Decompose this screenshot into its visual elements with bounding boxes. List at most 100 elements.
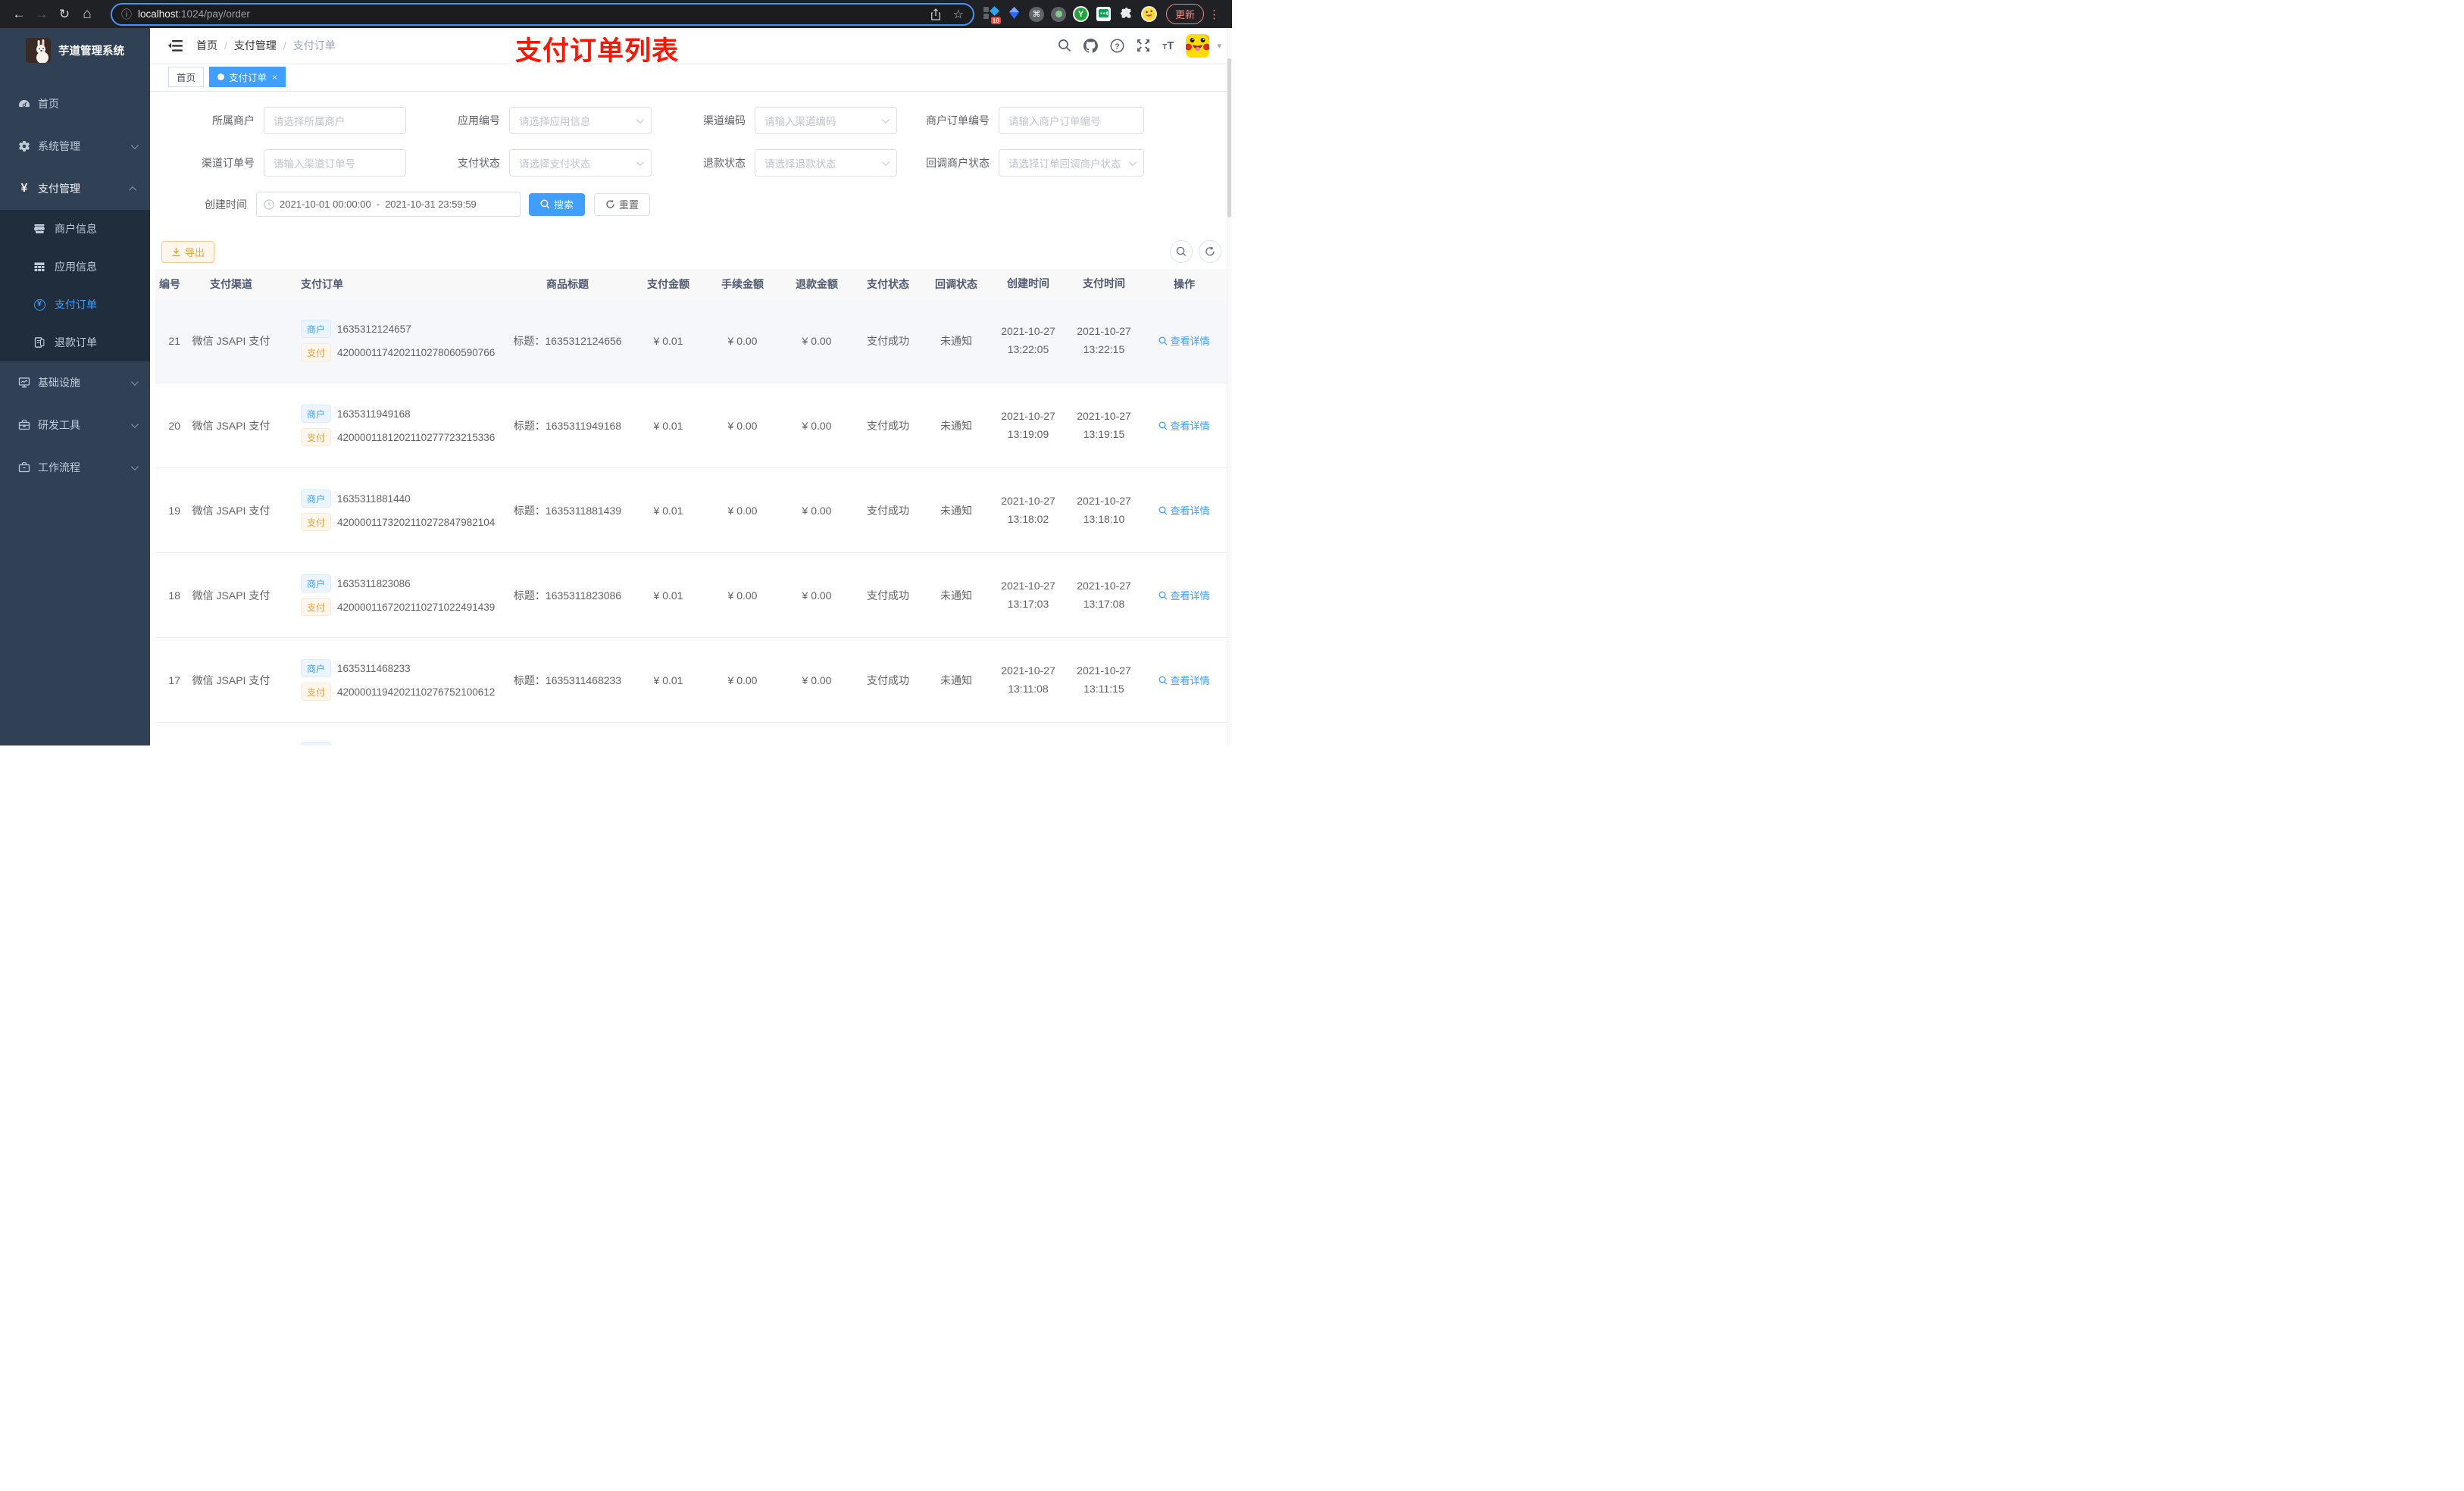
商户订单编号-input[interactable]: 请输入商户订单编号 bbox=[999, 107, 1144, 134]
top-navbar: 首页 / 支付管理 / 支付订单 支付订单列表 ? TT ▾ bbox=[150, 28, 1232, 66]
pay-order-line: 支付 4200001181202110277723215336 bbox=[301, 428, 504, 446]
font-size-icon[interactable]: TT bbox=[1162, 39, 1174, 52]
browser-menu-dots-icon[interactable]: ⋮ bbox=[1209, 8, 1220, 21]
chevron-down-icon bbox=[636, 115, 644, 123]
cell-pay-amount: ¥ 0.01 bbox=[653, 504, 683, 517]
渠道编码-select[interactable]: 请输入渠道编码 bbox=[755, 107, 897, 134]
address-bar[interactable]: ⓘ localhost:1024/pay/order ☆ bbox=[111, 2, 974, 26]
cell-notify-status: 未通知 bbox=[940, 504, 972, 517]
cell-actions: 查看详情 bbox=[1142, 333, 1227, 348]
cell-pay-status: 支付成功 bbox=[867, 589, 909, 602]
user-avatar[interactable] bbox=[1186, 33, 1210, 58]
export-button[interactable]: 导出 bbox=[161, 240, 215, 263]
cell-refund-amount: ¥ 0.00 bbox=[802, 334, 832, 347]
create-time-range-input[interactable]: 2021-10-01 00:00:00 - 2021-10-31 23:59:5… bbox=[256, 192, 521, 217]
breadcrumb-home[interactable]: 首页 bbox=[196, 38, 217, 53]
merchant-order-line: 商户 1635311949168 bbox=[301, 405, 504, 423]
回调商户状态-select[interactable]: 请选择订单回调商户状态 bbox=[999, 149, 1144, 177]
sidebar-item-系统管理[interactable]: 系统管理 bbox=[0, 125, 150, 167]
view-detail-link[interactable]: 查看详情 bbox=[1159, 503, 1210, 517]
extension-tabs-icon[interactable]: 10 bbox=[983, 6, 1001, 24]
所属商户-input[interactable]: 请选择所属商户 bbox=[264, 107, 406, 134]
header-search-icon[interactable] bbox=[1058, 39, 1071, 52]
view-detail-link[interactable]: 查看详情 bbox=[1159, 333, 1210, 348]
extension-y-icon[interactable]: Y bbox=[1073, 6, 1089, 22]
close-tab-icon[interactable]: × bbox=[272, 72, 277, 83]
sidebar-item-退款订单[interactable]: 退款订单 bbox=[0, 324, 150, 361]
extension-chat-icon[interactable] bbox=[1096, 6, 1112, 22]
sidebar-fold-icon[interactable] bbox=[168, 39, 183, 52]
site-info-icon[interactable]: ⓘ bbox=[121, 7, 132, 22]
sidebar-item-label: 支付订单 bbox=[55, 299, 97, 311]
sidebar-item-应用信息[interactable]: 应用信息 bbox=[0, 248, 150, 286]
sidebar-item-支付管理[interactable]: ¥ 支付管理 bbox=[0, 167, 150, 210]
main-content: 首页 / 支付管理 / 支付订单 支付订单列表 ? TT ▾ 首页 支付订单 ×… bbox=[150, 28, 1232, 746]
sidebar-item-研发工具[interactable]: 研发工具 bbox=[0, 404, 150, 446]
cell-create-time: 2021-10-27 13:19:09 bbox=[1001, 410, 1055, 440]
column-header-回调状态: 回调状态 bbox=[935, 277, 977, 290]
filter-row-1: 所属商户 请选择所属商户 应用编号 请选择应用信息 渠道编码 请输入渠道编码 商户订单编号 请… bbox=[150, 107, 1232, 134]
column-header-支付订单: 支付订单 bbox=[301, 277, 343, 290]
extension-command-icon[interactable]: ⌘ bbox=[1029, 6, 1044, 22]
cell-pay-channel: 微信 JSAPI 支付 bbox=[192, 589, 270, 602]
支付状态-select[interactable]: 请选择支付状态 bbox=[509, 149, 652, 177]
view-detail-link[interactable]: 查看详情 bbox=[1159, 588, 1210, 602]
cell-pay-time: 2021-10-27 13:22:15 bbox=[1077, 325, 1131, 355]
tab-首页[interactable]: 首页 bbox=[168, 67, 205, 87]
tab-支付订单[interactable]: 支付订单 × bbox=[209, 67, 286, 87]
chevron-down-icon bbox=[130, 420, 139, 428]
placeholder-text: 请输入渠道订单号 bbox=[274, 158, 355, 170]
browser-reload-button[interactable]: ↻ bbox=[53, 8, 76, 20]
pay-tag: 支付 bbox=[301, 513, 332, 531]
profile-emoji-avatar[interactable] bbox=[1141, 6, 1157, 22]
sidebar-item-基础设施[interactable]: 基础设施 bbox=[0, 361, 150, 404]
sidebar-item-工作流程[interactable]: 工作流程 bbox=[0, 446, 150, 489]
tags-view-bar: 首页 支付订单 × bbox=[150, 63, 1232, 92]
sidebar-item-首页[interactable]: 首页 bbox=[0, 83, 150, 125]
apps-icon bbox=[33, 261, 45, 273]
browser-forward-button[interactable]: → bbox=[30, 8, 53, 20]
window-scrollbar[interactable] bbox=[1227, 28, 1232, 746]
bookmark-star-icon[interactable]: ☆ bbox=[953, 7, 964, 22]
extension-kite-icon[interactable] bbox=[1006, 6, 1022, 22]
breadcrumb-pay-manage[interactable]: 支付管理 bbox=[234, 38, 277, 53]
shop-icon bbox=[33, 223, 45, 235]
share-icon[interactable] bbox=[930, 8, 941, 20]
sidebar-item-label: 工作流程 bbox=[38, 461, 80, 474]
filter-label: 支付状态 bbox=[458, 157, 500, 169]
help-icon[interactable]: ? bbox=[1110, 39, 1124, 53]
browser-update-button[interactable]: 更新 bbox=[1166, 4, 1205, 24]
show-search-toggle-button[interactable] bbox=[1170, 240, 1193, 263]
渠道订单号-input[interactable]: 请输入渠道订单号 bbox=[264, 149, 406, 177]
退款状态-select[interactable]: 请选择退款状态 bbox=[755, 149, 897, 177]
browser-back-button[interactable]: ← bbox=[8, 8, 30, 20]
search-button[interactable]: 搜索 bbox=[529, 192, 586, 216]
sidebar-item-label: 商户信息 bbox=[55, 223, 97, 235]
应用编号-select[interactable]: 请选择应用信息 bbox=[509, 107, 652, 134]
fullscreen-icon[interactable] bbox=[1137, 39, 1150, 52]
view-detail-link[interactable]: 查看详情 bbox=[1159, 673, 1210, 687]
sidebar-item-支付订单[interactable]: ¥ 支付订单 bbox=[0, 286, 150, 324]
app-title: 芋道管理系统 bbox=[58, 45, 124, 58]
chevron-down-icon bbox=[881, 115, 890, 123]
browser-home-button[interactable]: ⌂ bbox=[76, 7, 98, 21]
filter-label: 应用编号 bbox=[458, 114, 500, 127]
sidebar-item-商户信息[interactable]: 商户信息 bbox=[0, 210, 150, 248]
view-detail-link[interactable]: 查看详情 bbox=[1159, 418, 1210, 433]
pay-order-line: 支付 4200001167202110271022491439 bbox=[301, 598, 504, 616]
avatar-caret-icon[interactable]: ▾ bbox=[1217, 41, 1221, 51]
filter-item-支付状态: 支付状态 请选择支付状态 bbox=[406, 149, 652, 177]
table-row: 18 微信 JSAPI 支付 商户 1635311823086 支付 4200001167… bbox=[155, 553, 1228, 638]
breadcrumb-current: 支付订单 bbox=[292, 39, 336, 52]
github-icon[interactable] bbox=[1083, 38, 1099, 53]
extensions-puzzle-icon[interactable] bbox=[1118, 6, 1134, 22]
yen-icon: ¥ bbox=[20, 182, 28, 195]
column-header-商品标题: 商品标题 bbox=[546, 277, 589, 290]
extension-dimmer-icon[interactable] bbox=[1051, 6, 1066, 22]
placeholder-text: 请选择支付状态 bbox=[519, 158, 591, 170]
refresh-table-button[interactable] bbox=[1199, 240, 1221, 263]
sidebar: 芋道管理系统 首页 系统管理 ¥ 支付管理 商户信息 应用信息 ¥ 支付订单 退款订单 基础设施研… bbox=[0, 28, 150, 746]
reset-button[interactable]: 重置 bbox=[594, 192, 651, 216]
date-start-value: 2021-10-01 00:00:00 bbox=[280, 198, 371, 210]
column-header-支付金额: 支付金额 bbox=[647, 277, 689, 290]
